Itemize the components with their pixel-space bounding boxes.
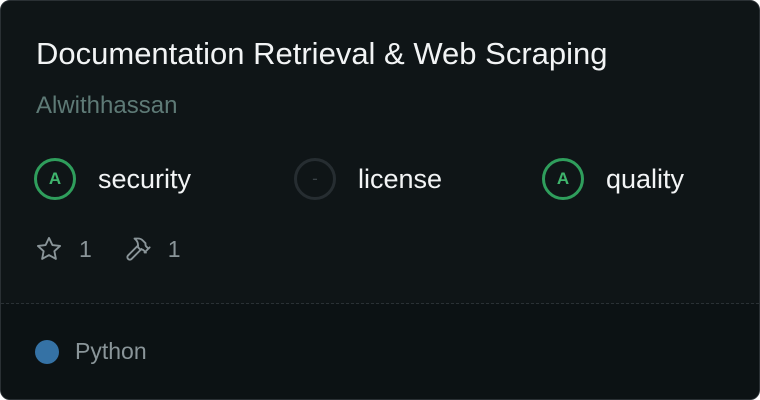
license-grade-badge: -	[294, 158, 336, 200]
server-title[interactable]: Documentation Retrieval & Web Scraping	[36, 35, 608, 73]
quality-label: quality	[606, 163, 685, 194]
card-footer: Python	[1, 304, 759, 399]
security-grade-badge: A	[34, 158, 76, 200]
star-icon	[35, 235, 63, 263]
quality-grade-badge: A	[542, 158, 584, 200]
quality-score[interactable]: A quality	[542, 155, 684, 203]
language-color-dot	[35, 339, 59, 364]
language-indicator: Python	[35, 338, 147, 365]
tool-count: 1	[167, 235, 181, 262]
license-label: license	[358, 163, 443, 194]
server-author[interactable]: Alwithhassan	[36, 91, 177, 121]
language-name: Python	[75, 338, 147, 364]
security-label: security	[98, 163, 192, 194]
security-score[interactable]: A security	[34, 155, 191, 203]
stats-row: 1 1	[35, 233, 181, 265]
server-card[interactable]: Documentation Retrieval & Web Scraping A…	[0, 0, 760, 400]
license-score[interactable]: - license	[294, 155, 442, 203]
star-count: 1	[79, 235, 92, 262]
hammer-icon	[124, 235, 152, 263]
